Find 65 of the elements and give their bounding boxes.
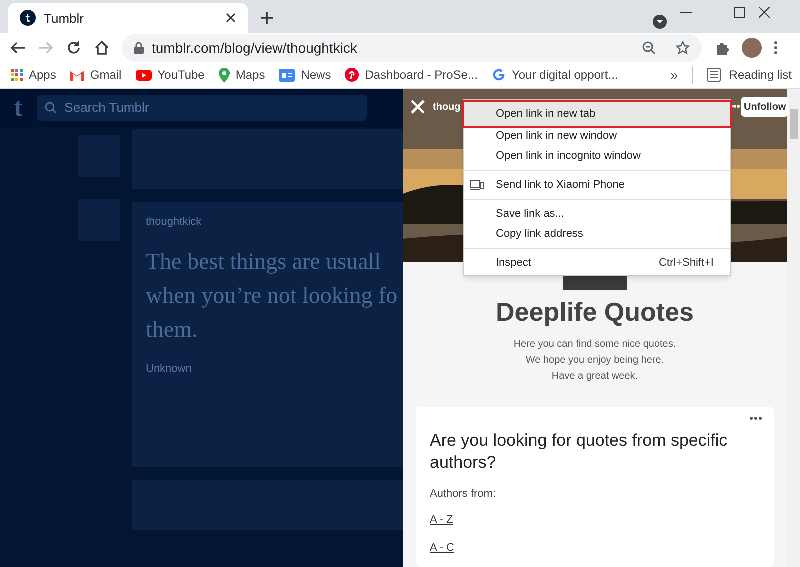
url-text: tumblr.com/blog/view/thoughtkick (152, 38, 358, 58)
grid-icon (11, 69, 23, 82)
close-icon[interactable] (226, 13, 236, 24)
new-tab-icon[interactable] (260, 11, 274, 26)
profile-avatar[interactable] (742, 38, 762, 58)
pin-logo-icon (345, 68, 360, 82)
newspaper-icon (279, 68, 296, 82)
more-bookmarks-button[interactable]: » (670, 64, 678, 86)
post-author: thoughtkick (146, 215, 203, 230)
lock-icon (134, 42, 144, 54)
post-text: Authors from: (430, 487, 498, 502)
g-logo-icon (492, 68, 506, 82)
tab-title: Tumblr (44, 10, 85, 28)
blog-description-line: We hope you enjoy being here. (526, 354, 664, 368)
quote-line: them. (146, 316, 199, 344)
reading-list-button[interactable]: Reading list (707, 66, 792, 84)
close-icon[interactable] (759, 7, 770, 18)
play-icon (136, 70, 152, 81)
tab-search-icon[interactable] (653, 15, 667, 29)
quote-line: The best things are usuall (146, 248, 382, 276)
search-placeholder: Search Tumblr (64, 99, 150, 118)
menu-item[interactable]: Inspect Ctrl+Shift+I (464, 253, 730, 273)
menu-item[interactable]: Open link in new window (464, 126, 730, 146)
bookmark[interactable]: Dashboard - ProSe... (345, 66, 478, 84)
more-icon[interactable] (750, 417, 762, 420)
address-bar[interactable]: tumblr.com/blog/view/thoughtkick (122, 34, 702, 62)
bookmark[interactable]: YouTube (136, 66, 205, 84)
back-icon[interactable] (10, 40, 26, 56)
search-icon (44, 102, 57, 114)
blog-description-line: Have a great week. (552, 370, 638, 384)
menu-item[interactable]: Send link to Xiaomi Phone (464, 175, 730, 195)
author-link[interactable]: A - C (430, 542, 454, 554)
author-link[interactable]: A - Z (430, 514, 454, 526)
home-icon[interactable] (94, 40, 110, 56)
tumblr-logo-icon (20, 10, 36, 26)
bookmark[interactable]: Apps (11, 66, 56, 84)
blog-name[interactable]: thoug (433, 100, 461, 115)
envelope-icon (70, 70, 84, 81)
search-field[interactable]: Search Tumblr (36, 95, 367, 121)
quote-line: when you’re not looking fo (146, 282, 398, 310)
quote-source: Unknown (146, 362, 193, 376)
zoom-out-icon[interactable] (642, 41, 656, 56)
blog-title: Deeplife Quotes (496, 296, 694, 329)
unfollow-button[interactable]: Unfollow (741, 97, 790, 117)
blog-description-line: Here you can find some nice quotes. (514, 338, 676, 352)
browser-tab[interactable]: Tumblr (8, 3, 248, 34)
map-pin-icon (218, 68, 230, 83)
bookmark[interactable]: Maps (218, 66, 266, 84)
star-icon[interactable] (676, 41, 690, 56)
reload-icon[interactable] (66, 40, 82, 56)
menu-item[interactable]: Open link in incognito window (464, 146, 730, 166)
scrollbar[interactable] (787, 89, 800, 567)
menu-icon[interactable] (774, 41, 778, 56)
bookmark[interactable]: Your digital opport... (492, 66, 618, 84)
menu-item[interactable]: Save link as... (464, 204, 730, 224)
post-heading: Are you looking for quotes from specific authors? (430, 430, 729, 474)
menu-item[interactable]: Copy link address (464, 224, 730, 244)
minimize-icon[interactable] (680, 12, 692, 14)
maximize-icon[interactable] (734, 7, 745, 18)
bookmark[interactable]: Gmail (70, 66, 122, 84)
list-icon (707, 68, 722, 82)
devices-icon (470, 180, 484, 190)
bookmark[interactable]: News (279, 66, 332, 84)
menu-item[interactable]: Open link in new tab (464, 102, 730, 126)
puzzle-icon[interactable] (714, 40, 730, 56)
